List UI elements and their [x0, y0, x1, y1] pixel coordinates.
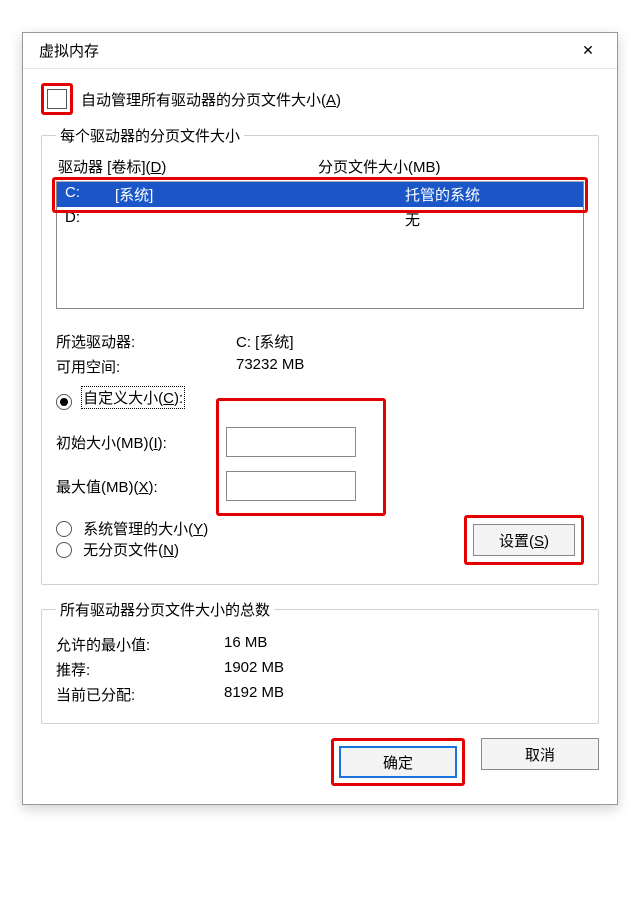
- virtual-memory-dialog: 虚拟内存 ✕ 自动管理所有驱动器的分页文件大小(A) 每个驱动器的分页文件大小 …: [22, 32, 618, 805]
- cur-row: 当前已分配: 8192 MB: [56, 684, 584, 705]
- totals-legend: 所有驱动器分页文件大小的总数: [56, 599, 274, 620]
- set-button[interactable]: 设置(S): [473, 524, 575, 556]
- drive-list-wrap: C: [系统] 托管的系统 D: 无: [56, 181, 584, 309]
- selected-drive-value: C: [系统]: [236, 331, 294, 352]
- drive-row-d[interactable]: D: 无: [57, 207, 583, 232]
- selected-drive-row: 所选驱动器: C: [系统]: [56, 331, 584, 352]
- max-size-row: 最大值(MB)(X):: [56, 464, 584, 508]
- radio-custom[interactable]: [56, 394, 72, 410]
- free-space-value: 73232 MB: [236, 356, 304, 377]
- opt-custom-label: 自定义大小(C):: [82, 387, 184, 408]
- radio-none[interactable]: [56, 542, 72, 558]
- selected-drive-label: 所选驱动器:: [56, 331, 236, 352]
- pagefile-header-label: 分页文件大小(MB): [318, 156, 441, 177]
- opt-custom-size[interactable]: 自定义大小(C):: [56, 387, 584, 410]
- ok-button[interactable]: 确定: [339, 746, 457, 778]
- per-drive-legend: 每个驱动器的分页文件大小: [56, 125, 244, 146]
- auto-manage-checkbox[interactable]: [47, 89, 67, 109]
- drive-list-header: 驱动器 [卷标](D) 分页文件大小(MB): [56, 156, 584, 181]
- dialog-body: 自动管理所有驱动器的分页文件大小(A) 每个驱动器的分页文件大小 驱动器 [卷标…: [23, 69, 617, 804]
- selected-drive-block: 所选驱动器: C: [系统] 可用空间: 73232 MB: [56, 331, 584, 377]
- drive-listbox[interactable]: C: [系统] 托管的系统 D: 无: [56, 181, 584, 309]
- per-drive-group: 每个驱动器的分页文件大小 驱动器 [卷标](D) 分页文件大小(MB) C: […: [41, 125, 599, 585]
- dialog-title: 虚拟内存: [39, 40, 99, 61]
- initial-size-row: 初始大小(MB)(I):: [56, 420, 584, 464]
- dialog-buttons: 确定 取消: [41, 738, 599, 786]
- cancel-button[interactable]: 取消: [481, 738, 599, 770]
- highlight-set-button: 设置(S): [464, 515, 584, 565]
- rec-value: 1902 MB: [224, 659, 284, 680]
- highlight-auto-manage: [41, 83, 73, 115]
- initial-size-input[interactable]: [226, 427, 356, 457]
- totals-group: 所有驱动器分页文件大小的总数 允许的最小值: 16 MB 推荐: 1902 MB…: [41, 599, 599, 724]
- max-size-input[interactable]: [226, 471, 356, 501]
- rec-row: 推荐: 1902 MB: [56, 659, 584, 680]
- min-label: 允许的最小值:: [56, 634, 224, 655]
- opt-none-label: 无分页文件(N): [82, 539, 180, 560]
- auto-manage-row: 自动管理所有驱动器的分页文件大小(A): [41, 83, 599, 115]
- min-value: 16 MB: [224, 634, 267, 655]
- rec-label: 推荐:: [56, 659, 224, 680]
- auto-manage-label[interactable]: 自动管理所有驱动器的分页文件大小(A): [81, 89, 341, 110]
- titlebar: 虚拟内存 ✕: [23, 33, 617, 69]
- cur-value: 8192 MB: [224, 684, 284, 705]
- max-size-label: 最大值(MB)(X):: [56, 476, 226, 497]
- free-space-label: 可用空间:: [56, 356, 236, 377]
- min-row: 允许的最小值: 16 MB: [56, 634, 584, 655]
- drive-header-label: 驱动器 [卷标](D): [58, 156, 318, 177]
- initial-size-label: 初始大小(MB)(I):: [56, 432, 226, 453]
- highlight-ok-button: 确定: [331, 738, 465, 786]
- drive-row-c[interactable]: C: [系统] 托管的系统: [57, 182, 583, 207]
- close-icon[interactable]: ✕: [567, 36, 609, 66]
- cur-label: 当前已分配:: [56, 684, 224, 705]
- radio-system[interactable]: [56, 521, 72, 537]
- free-space-row: 可用空间: 73232 MB: [56, 356, 584, 377]
- custom-size-grid: 初始大小(MB)(I): 最大值(MB)(X):: [56, 420, 584, 508]
- opt-system-label: 系统管理的大小(Y): [82, 518, 209, 539]
